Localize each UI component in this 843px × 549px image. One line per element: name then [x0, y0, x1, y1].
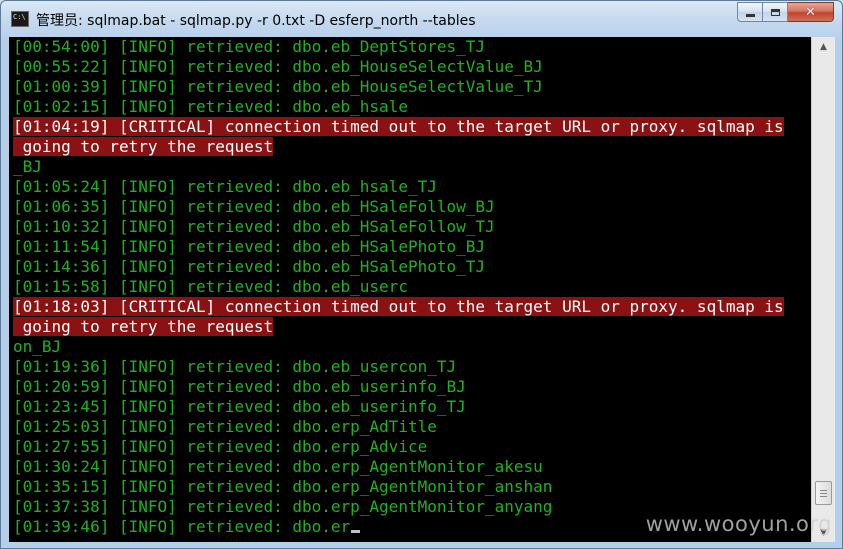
console-line-text: [01:37:38] [INFO] retrieved: dbo.erp_Age…: [13, 497, 553, 516]
caption-buttons: ✕: [737, 2, 834, 23]
vertical-scrollbar[interactable]: ▲ ▼: [811, 37, 835, 542]
console-line-text: [00:55:22] [INFO] retrieved: dbo.eb_Hous…: [13, 57, 543, 76]
cmd-icon[interactable]: C:\: [11, 11, 29, 27]
console-line-text: on_BJ: [13, 337, 62, 356]
console-output[interactable]: [00:54:00] [INFO] retrieved: dbo.eb_Dept…: [9, 37, 811, 542]
console-line: [01:10:32] [INFO] retrieved: dbo.eb_HSal…: [9, 217, 811, 237]
console-line-text: [01:10:32] [INFO] retrieved: dbo.eb_HSal…: [13, 217, 495, 236]
console-line: on_BJ: [9, 337, 811, 357]
text-cursor: [351, 530, 361, 533]
scroll-up-arrow-icon[interactable]: ▲: [814, 38, 833, 55]
window-title: 管理员: sqlmap.bat - sqlmap.py -r 0.txt -D …: [36, 13, 476, 29]
scrollbar-thumb[interactable]: [815, 481, 832, 506]
console-line-critical: going to retry the request: [9, 137, 811, 157]
console-line: [01:14:36] [INFO] retrieved: dbo.eb_HSal…: [9, 257, 811, 277]
console-line: [01:11:54] [INFO] retrieved: dbo.eb_HSal…: [9, 237, 811, 257]
console-line-text: going to retry the request: [13, 137, 274, 156]
close-icon: ✕: [805, 4, 816, 20]
console-line-text: _BJ: [13, 157, 42, 176]
maximize-button[interactable]: [763, 2, 788, 22]
minimize-icon: [745, 14, 755, 17]
console-line-text: [01:23:45] [INFO] retrieved: dbo.eb_user…: [13, 397, 466, 416]
console-line-text: [01:06:35] [INFO] retrieved: dbo.eb_HSal…: [13, 197, 495, 216]
console-line: [01:00:39] [INFO] retrieved: dbo.eb_Hous…: [9, 77, 811, 97]
scroll-down-arrow-icon[interactable]: ▼: [814, 524, 833, 541]
maximize-icon: [770, 8, 780, 16]
console-line: [01:25:03] [INFO] retrieved: dbo.erp_AdT…: [9, 417, 811, 437]
console-window: C:\ 管理员: sqlmap.bat - sqlmap.py -r 0.txt…: [0, 0, 843, 549]
console-line-text: [01:20:59] [INFO] retrieved: dbo.eb_user…: [13, 377, 466, 396]
cmd-icon-label: C:\: [13, 13, 26, 21]
console-line: [01:37:38] [INFO] retrieved: dbo.erp_Age…: [9, 497, 811, 517]
console-line-critical: going to retry the request: [9, 317, 811, 337]
console-line: [01:39:46] [INFO] retrieved: dbo.er: [9, 517, 811, 537]
console-line-text: [01:18:03] [CRITICAL] connection timed o…: [13, 297, 784, 316]
console-line: [01:27:55] [INFO] retrieved: dbo.erp_Adv…: [9, 437, 811, 457]
console-line-text: [01:02:15] [INFO] retrieved: dbo.eb_hsal…: [13, 97, 408, 116]
console-line-text: [01:30:24] [INFO] retrieved: dbo.erp_Age…: [13, 457, 543, 476]
close-button[interactable]: ✕: [788, 2, 834, 22]
console-line-text: [01:05:24] [INFO] retrieved: dbo.eb_hsal…: [13, 177, 437, 196]
console-line: [01:02:15] [INFO] retrieved: dbo.eb_hsal…: [9, 97, 811, 117]
console-line: _BJ: [9, 157, 811, 177]
grip-icon: [820, 490, 827, 498]
console-line-text: [01:00:39] [INFO] retrieved: dbo.eb_Hous…: [13, 77, 543, 96]
console-line: [00:54:00] [INFO] retrieved: dbo.eb_Dept…: [9, 37, 811, 57]
console-line: [00:55:22] [INFO] retrieved: dbo.eb_Hous…: [9, 57, 811, 77]
console-line: [01:23:45] [INFO] retrieved: dbo.eb_user…: [9, 397, 811, 417]
console-line-text: [01:25:03] [INFO] retrieved: dbo.erp_AdT…: [13, 417, 437, 436]
console-line-text: [01:14:36] [INFO] retrieved: dbo.eb_HSal…: [13, 257, 486, 276]
console-line-text: [01:27:55] [INFO] retrieved: dbo.erp_Adv…: [13, 437, 428, 456]
console-line: [01:05:24] [INFO] retrieved: dbo.eb_hsal…: [9, 177, 811, 197]
console-line-text: [01:35:15] [INFO] retrieved: dbo.erp_Age…: [13, 477, 553, 496]
console-line-text: [01:04:19] [CRITICAL] connection timed o…: [13, 117, 784, 136]
console-line: [01:35:15] [INFO] retrieved: dbo.erp_Age…: [9, 477, 811, 497]
console-line: [01:20:59] [INFO] retrieved: dbo.eb_user…: [9, 377, 811, 397]
console-line: [01:06:35] [INFO] retrieved: dbo.eb_HSal…: [9, 197, 811, 217]
console-line: [01:19:36] [INFO] retrieved: dbo.eb_user…: [9, 357, 811, 377]
console-line-text: going to retry the request: [13, 317, 274, 336]
minimize-button[interactable]: [737, 2, 763, 22]
console-line-critical: [01:04:19] [CRITICAL] connection timed o…: [9, 117, 811, 137]
console-line-text: [01:15:58] [INFO] retrieved: dbo.eb_user…: [13, 277, 408, 296]
console-line-text: [01:19:36] [INFO] retrieved: dbo.eb_user…: [13, 357, 457, 376]
console-line-critical: [01:18:03] [CRITICAL] connection timed o…: [9, 297, 811, 317]
title-bar[interactable]: C:\ 管理员: sqlmap.bat - sqlmap.py -r 0.txt…: [1, 1, 842, 37]
console-line-text: [01:11:54] [INFO] retrieved: dbo.eb_HSal…: [13, 237, 486, 256]
console-line: [01:30:24] [INFO] retrieved: dbo.erp_Age…: [9, 457, 811, 477]
console-line: [01:15:58] [INFO] retrieved: dbo.eb_user…: [9, 277, 811, 297]
console-line-text: [01:39:46] [INFO] retrieved: dbo.er: [13, 517, 351, 536]
console-line-text: [00:54:00] [INFO] retrieved: dbo.eb_Dept…: [13, 37, 486, 56]
